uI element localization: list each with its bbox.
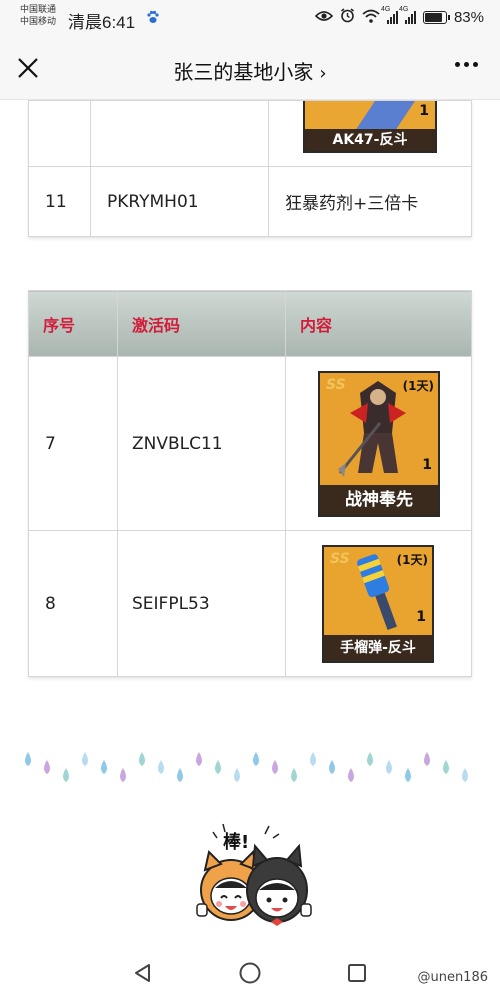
sticker-text: 棒!	[223, 832, 250, 853]
chevron-right-icon: ›	[319, 63, 327, 84]
raindrop-icon	[348, 768, 354, 782]
page-title-text: 张三的基地小家	[173, 60, 314, 84]
table-cell-content: 1 AK47-反斗	[268, 100, 472, 167]
column-header-no: 序号	[28, 290, 118, 357]
table-cell-content: 狂暴药剂+三倍卡	[268, 166, 472, 237]
raindrop-icon	[25, 752, 31, 766]
carrier-labels: 中国联通 中国移动	[20, 3, 56, 27]
table-cell-no: 8	[28, 530, 118, 677]
status-bar: 中国联通 中国移动 清晨6:41 4G 4G 83%	[0, 0, 500, 36]
table-cell-code[interactable]: PKRYMH01	[90, 166, 269, 237]
network-type-1: 4G	[380, 5, 391, 13]
raindrop-icon	[177, 768, 183, 782]
table-header-row: 序号 激活码 内容	[28, 290, 472, 357]
clock: 清晨6:41	[68, 13, 136, 32]
table-row: 11 PKRYMH01 狂暴药剂+三倍卡	[28, 166, 472, 237]
raindrop-icon	[120, 768, 126, 782]
table-cell-code	[90, 100, 269, 167]
battery-icon	[422, 10, 450, 24]
card-grade: SS	[326, 377, 346, 393]
reward-card-grenade: SS (1天) 1 手榴弹-反斗	[322, 545, 434, 663]
card-caption: 战神奉先	[320, 485, 438, 515]
table-cell-code[interactable]: SEIFPL53	[117, 530, 286, 677]
card-quantity: 1	[416, 609, 426, 625]
network-type-2: 4G	[398, 5, 409, 13]
raindrop-icon	[139, 752, 145, 766]
alarm-icon	[340, 8, 355, 26]
raindrop-icon	[234, 768, 240, 782]
table-cell-no: 7	[28, 356, 118, 531]
column-header-content: 内容	[285, 290, 472, 357]
card-duration: (1天)	[396, 553, 428, 567]
signal-1-icon: 4G	[381, 6, 398, 24]
raindrop-icon	[215, 760, 221, 774]
watermark: @unen186	[417, 970, 488, 985]
carrier-1: 中国联通	[20, 4, 57, 14]
code-table-2: 序号 激活码 内容 7 ZNVBLC11 SS (1天) 1 战神奉先 8 SE…	[28, 290, 472, 677]
card-caption: AK47-反斗	[305, 129, 435, 151]
raindrop-divider	[25, 752, 468, 782]
system-nav-bar: @unen186	[0, 944, 500, 1000]
raindrop-icon	[424, 752, 430, 766]
eye-icon	[314, 10, 334, 25]
wifi-icon	[362, 9, 380, 26]
raindrop-icon	[196, 752, 202, 766]
table-cell-code[interactable]: ZNVBLC11	[117, 356, 286, 531]
table-cell-no: 11	[28, 166, 91, 237]
raindrop-icon	[272, 760, 278, 774]
baidu-icon	[146, 10, 160, 24]
recents-icon	[348, 964, 366, 982]
raindrop-icon	[405, 768, 411, 782]
raindrop-icon	[367, 752, 373, 766]
status-icons: 4G 4G 83%	[314, 6, 484, 26]
home-icon	[239, 962, 261, 984]
table-cell-no	[28, 100, 91, 167]
more-button[interactable]	[455, 62, 478, 67]
more-icon	[455, 62, 460, 67]
recents-button[interactable]	[346, 962, 368, 984]
code-table-1: 1 AK47-反斗 11 PKRYMH01 狂暴药剂+三倍卡	[28, 100, 472, 237]
raindrop-icon	[310, 752, 316, 766]
raindrop-icon	[386, 760, 392, 774]
card-quantity: 1	[422, 457, 432, 473]
raindrop-icon	[443, 760, 449, 774]
card-caption: 手榴弹-反斗	[324, 635, 432, 661]
raindrop-icon	[253, 752, 259, 766]
card-quantity: 1	[419, 103, 429, 119]
table-row: 1 AK47-反斗	[28, 100, 472, 167]
card-duration: (1天)	[402, 379, 434, 393]
column-header-code: 激活码	[117, 290, 286, 357]
cartoon-sticker: 棒!	[193, 818, 313, 938]
table-row: 7 ZNVBLC11 SS (1天) 1 战神奉先	[28, 356, 472, 531]
raindrop-icon	[158, 760, 164, 774]
signal-2-icon: 4G	[399, 6, 416, 24]
raindrop-icon	[291, 768, 297, 782]
back-icon	[135, 964, 150, 982]
raindrop-icon	[462, 768, 468, 782]
raindrop-icon	[44, 760, 50, 774]
table-cell-content: SS (1天) 1 战神奉先	[285, 356, 472, 531]
card-grade: SS	[330, 551, 350, 567]
carrier-2: 中国移动	[20, 16, 57, 26]
back-button[interactable]	[132, 962, 154, 984]
raindrop-icon	[63, 768, 69, 782]
table-cell-content: SS (1天) 1 手榴弹-反斗	[285, 530, 472, 677]
reward-card-ak47: 1 AK47-反斗	[303, 101, 437, 153]
page-title[interactable]: 张三的基地小家 ›	[0, 56, 500, 85]
raindrop-icon	[82, 752, 88, 766]
table-row: 8 SEIFPL53 SS (1天) 1 手榴弹-反斗	[28, 530, 472, 677]
reward-card-zhanshen: SS (1天) 1 战神奉先	[318, 371, 440, 517]
home-button[interactable]	[238, 961, 262, 985]
raindrop-icon	[329, 760, 335, 774]
raindrop-icon	[101, 760, 107, 774]
title-bar: 张三的基地小家 ›	[0, 36, 500, 100]
battery-percent: 83%	[453, 8, 484, 26]
